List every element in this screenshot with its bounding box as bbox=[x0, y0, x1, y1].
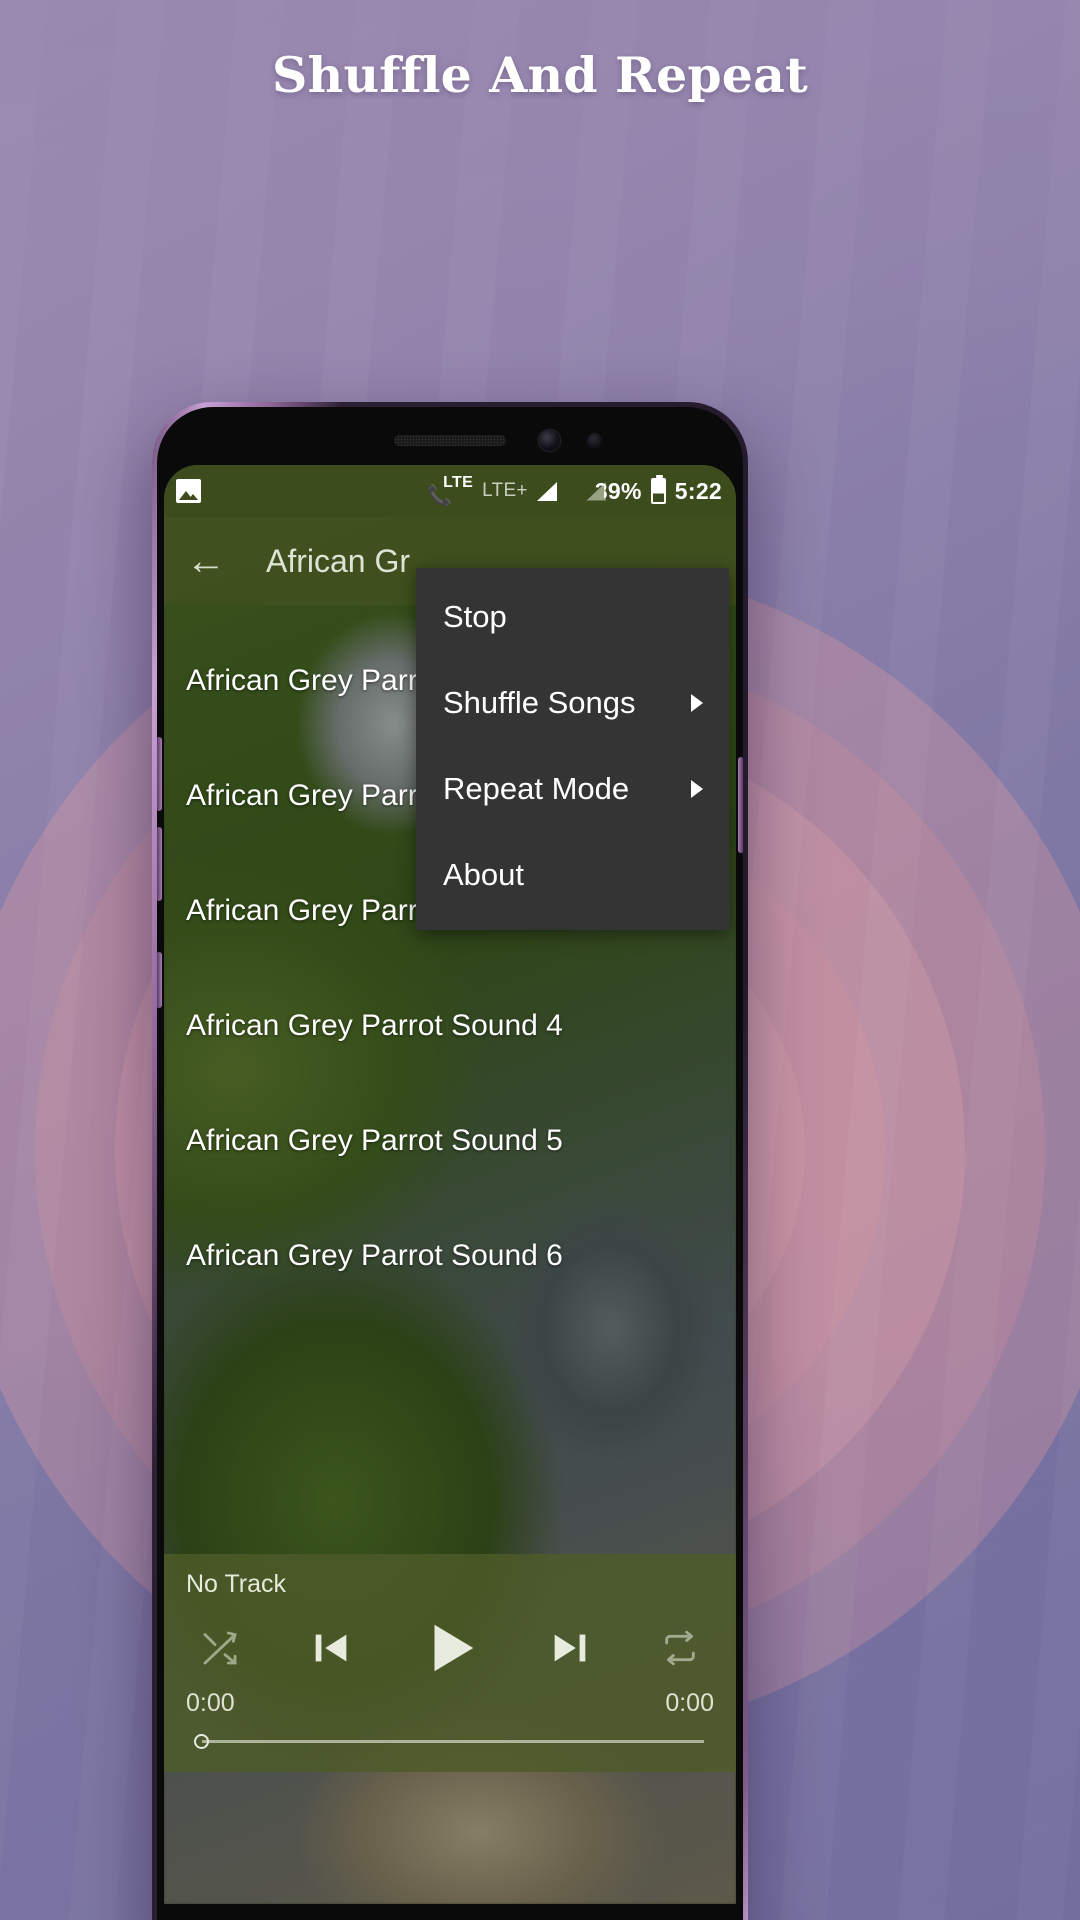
promo-background: Shuffle And Repeat 📞 LTE LTE+ 39% 5:22 ←… bbox=[0, 0, 1080, 1920]
volume-up-button[interactable] bbox=[157, 737, 162, 811]
transport-controls bbox=[186, 1613, 714, 1683]
earpiece-speaker bbox=[394, 435, 506, 446]
clock-label: 5:22 bbox=[674, 477, 722, 504]
battery-icon bbox=[650, 475, 666, 504]
phone-frame: 📞 LTE LTE+ 39% 5:22 ← African Gr African… bbox=[152, 402, 748, 1920]
list-item[interactable]: African Grey Parrot Sound 5 bbox=[164, 1083, 736, 1198]
skip-next-icon[interactable] bbox=[542, 1620, 598, 1676]
seek-bar-thumb[interactable] bbox=[194, 1734, 209, 1749]
status-bar: 📞 LTE LTE+ 39% 5:22 bbox=[164, 465, 736, 517]
phone-body: 📞 LTE LTE+ 39% 5:22 ← African Gr African… bbox=[157, 407, 743, 1920]
promo-headline: Shuffle And Repeat bbox=[272, 46, 808, 104]
menu-item-stop[interactable]: Stop bbox=[416, 574, 729, 660]
total-time-label: 0:00 bbox=[665, 1689, 714, 1717]
menu-item-shuffle-songs[interactable]: Shuffle Songs bbox=[416, 660, 729, 746]
skip-previous-icon[interactable] bbox=[303, 1620, 359, 1676]
play-icon[interactable] bbox=[415, 1613, 485, 1683]
menu-item-label: Repeat Mode bbox=[443, 771, 630, 806]
signal-strength-icon-sim2 bbox=[566, 482, 604, 501]
volte-icon: 📞 LTE bbox=[427, 474, 474, 506]
seek-bar[interactable] bbox=[186, 1728, 714, 1754]
time-row: 0:00 0:00 bbox=[186, 1689, 714, 1718]
volte-label: LTE bbox=[443, 474, 474, 491]
signal-strength-icon-sim1 bbox=[536, 481, 557, 501]
volume-down-button[interactable] bbox=[157, 827, 162, 901]
menu-item-repeat-mode[interactable]: Repeat Mode bbox=[416, 746, 729, 832]
elapsed-time-label: 0:00 bbox=[186, 1689, 235, 1717]
seek-bar-track bbox=[202, 1740, 704, 1743]
chevron-right-icon bbox=[691, 694, 703, 712]
current-track-label: No Track bbox=[186, 1570, 287, 1598]
phone-screen: 📞 LTE LTE+ 39% 5:22 ← African Gr African… bbox=[164, 465, 736, 1904]
shuffle-icon[interactable] bbox=[194, 1622, 246, 1674]
menu-item-label: Stop bbox=[443, 599, 507, 634]
song-title: African Grey Parrot Sound 5 bbox=[186, 1123, 563, 1157]
menu-item-about[interactable]: About bbox=[416, 832, 729, 918]
song-title: African Grey Parrot Sound 4 bbox=[186, 1008, 563, 1042]
list-item[interactable]: African Grey Parrot Sound 6 bbox=[164, 1198, 736, 1313]
menu-item-label: Shuffle Songs bbox=[443, 685, 636, 720]
iris-sensor-icon bbox=[587, 433, 603, 449]
repeat-icon[interactable] bbox=[654, 1622, 706, 1674]
image-icon bbox=[176, 479, 201, 503]
status-bar-left bbox=[176, 479, 201, 503]
power-button[interactable] bbox=[738, 757, 743, 853]
overflow-menu[interactable]: Stop Shuffle Songs Repeat Mode About bbox=[416, 568, 729, 930]
chevron-right-icon bbox=[691, 780, 703, 798]
page-title: African Gr bbox=[266, 542, 411, 579]
front-camera-icon bbox=[539, 430, 560, 451]
assistant-button[interactable] bbox=[157, 952, 162, 1008]
status-bar-right: 📞 LTE LTE+ 39% 5:22 bbox=[427, 474, 722, 506]
network-type-label: LTE+ bbox=[482, 480, 528, 501]
back-arrow-icon[interactable]: ← bbox=[186, 541, 242, 581]
song-title: African Grey Parrot Sound 6 bbox=[186, 1238, 563, 1272]
list-item[interactable]: African Grey Parrot Sound 4 bbox=[164, 968, 736, 1083]
menu-item-label: About bbox=[443, 857, 525, 892]
player-bar: No Track 0:00 0:00 bbox=[164, 1554, 736, 1772]
